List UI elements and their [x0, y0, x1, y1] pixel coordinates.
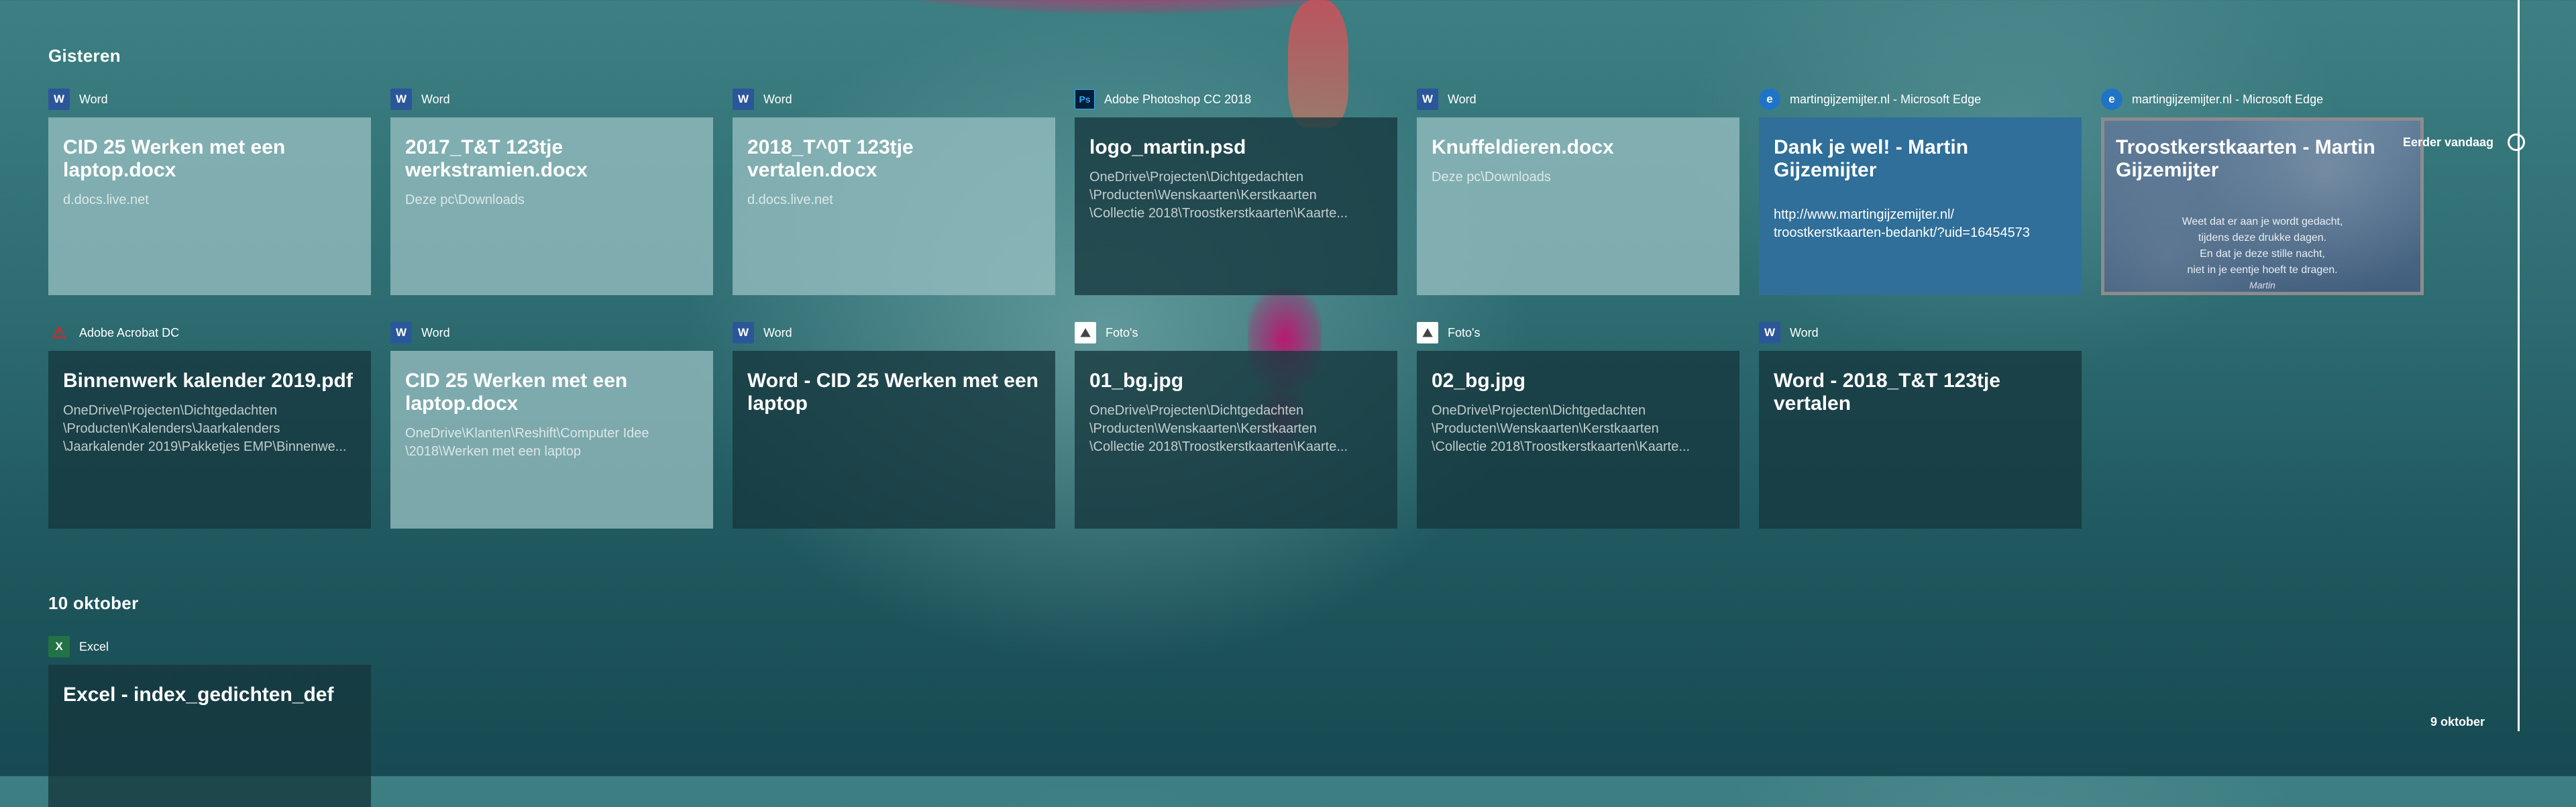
- activity-card-body[interactable]: Word - CID 25 Werken met een laptop: [733, 351, 1055, 529]
- card-title: Troostkerstkaarten - Martin Gijzemijter: [2116, 136, 2375, 181]
- card-title: 2017_T&T 123tje werkstramien.docx: [405, 136, 588, 181]
- card-thumbnail-signature: Martin: [2249, 280, 2275, 290]
- activity-card-body[interactable]: logo_martin.psd OneDrive\Projecten\Dicht…: [1075, 117, 1397, 295]
- app-name: martingijzemijter.nl - Microsoft Edge: [2132, 92, 2324, 106]
- card-thumbnail-text: Weet dat er aan je wordt gedacht, tijden…: [2182, 216, 2343, 276]
- activity-card[interactable]: W Word Word - 2018_T&T 123tje vertalen: [1759, 320, 2082, 529]
- word-icon: W: [1759, 322, 1780, 343]
- activity-card[interactable]: ⚠ Adobe Acrobat DC Binnenwerk kalender 20…: [48, 320, 371, 529]
- activity-card-body[interactable]: CID 25 Werken met een laptop.docx OneDri…: [390, 351, 713, 529]
- activity-card[interactable]: W Word Knuffeldieren.docx Deze pc\Downloa…: [1417, 87, 1739, 295]
- app-name: Adobe Acrobat DC: [79, 325, 180, 339]
- word-icon: W: [390, 89, 412, 110]
- activity-card[interactable]: ⛰ Foto's 01_bg.jpg OneDrive\Projecten\Dic…: [1075, 320, 1397, 529]
- app-name: Word: [763, 325, 792, 339]
- card-subtitle: d.docs.live.net: [747, 193, 833, 207]
- card-title: CID 25 Werken met een laptop.docx: [405, 370, 628, 415]
- activity-card[interactable]: W Word 2017_T&T 123tje werkstramien.docx …: [390, 87, 713, 295]
- section-title-gisteren: Gisteren: [48, 46, 121, 66]
- card-title: Excel - index_gedichten_def: [63, 684, 334, 706]
- activity-card[interactable]: e martingijzemijter.nl - Microsoft Edge T…: [2101, 87, 2424, 295]
- app-name: martingijzemijter.nl - Microsoft Edge: [1790, 92, 1982, 106]
- edge-icon: e: [2101, 89, 2123, 110]
- photos-icon: ⛰: [1417, 322, 1438, 343]
- photoshop-icon: Ps: [1075, 89, 1095, 109]
- app-name: Excel: [79, 639, 109, 653]
- activity-card-body[interactable]: Binnenwerk kalender 2019.pdf OneDrive\Pr…: [48, 351, 371, 529]
- activity-card-body[interactable]: Word - 2018_T&T 123tje vertalen: [1759, 351, 2082, 529]
- activity-card-body[interactable]: CID 25 Werken met een laptop.docx d.docs…: [48, 117, 371, 295]
- activity-card[interactable]: e martingijzemijter.nl - Microsoft Edge D…: [1759, 87, 2082, 295]
- word-icon: W: [48, 89, 70, 110]
- activity-card[interactable]: X Excel Excel - index_gedichten_def: [48, 634, 371, 807]
- card-title: Word - CID 25 Werken met een laptop: [747, 370, 1039, 415]
- activity-card-body[interactable]: 01_bg.jpg OneDrive\Projecten\Dichtgedach…: [1075, 351, 1397, 529]
- card-subtitle: OneDrive\Projecten\Dichtgedachten \Produ…: [1432, 403, 1690, 454]
- card-title: Dank je wel! - Martin Gijzemijter: [1774, 136, 1969, 181]
- section-title-10-oktober: 10 oktober: [48, 593, 139, 613]
- card-title: CID 25 Werken met een laptop.docx: [63, 136, 286, 181]
- card-title: 2018_T^0T 123tje vertalen.docx: [747, 136, 914, 181]
- activity-card[interactable]: W Word CID 25 Werken met een laptop.docx …: [390, 320, 713, 529]
- excel-icon: X: [48, 636, 70, 657]
- card-title: 01_bg.jpg: [1089, 370, 1184, 392]
- activity-card[interactable]: W Word Word - CID 25 Werken met een lapto…: [733, 320, 1055, 529]
- card-subtitle: Deze pc\Downloads: [1432, 170, 1551, 184]
- activity-card-body[interactable]: Troostkerstkaarten - Martin Gijzemijter …: [2101, 117, 2424, 295]
- activity-card-body[interactable]: 2017_T&T 123tje werkstramien.docx Deze p…: [390, 117, 713, 295]
- app-name: Word: [79, 92, 108, 106]
- app-name: Foto's: [1448, 325, 1481, 339]
- card-subtitle: OneDrive\Projecten\Dichtgedachten \Produ…: [1089, 170, 1348, 221]
- timeline-track[interactable]: [2518, 0, 2520, 731]
- activity-card[interactable]: W Word CID 25 Werken met een laptop.docx …: [48, 87, 371, 295]
- card-subtitle: Deze pc\Downloads: [405, 193, 525, 207]
- word-icon: W: [733, 322, 754, 343]
- app-name: Foto's: [1106, 325, 1138, 339]
- activity-card[interactable]: W Word 2018_T^0T 123tje vertalen.docx d.d…: [733, 87, 1055, 295]
- acrobat-icon: ⚠: [52, 323, 66, 342]
- card-title: Binnenwerk kalender 2019.pdf: [63, 370, 353, 392]
- app-name: Word: [421, 325, 450, 339]
- activity-card-body[interactable]: 2018_T^0T 123tje vertalen.docx d.docs.li…: [733, 117, 1055, 295]
- activity-card[interactable]: ⛰ Foto's 02_bg.jpg OneDrive\Projecten\Dic…: [1417, 320, 1739, 529]
- timeline-label-date[interactable]: 9 oktober: [2430, 715, 2485, 729]
- timeline-label-current[interactable]: Eerder vandaag: [2403, 136, 2493, 150]
- activity-card[interactable]: Ps Adobe Photoshop CC 2018 logo_martin.ps…: [1075, 87, 1397, 295]
- photos-icon: ⛰: [1075, 322, 1096, 343]
- card-url: http://www.martingijzemijter.nl/ troostk…: [1774, 207, 2030, 240]
- app-name: Word: [763, 92, 792, 106]
- activity-card-body[interactable]: 02_bg.jpg OneDrive\Projecten\Dichtgedach…: [1417, 351, 1739, 529]
- card-subtitle: OneDrive\Projecten\Dichtgedachten \Produ…: [63, 403, 347, 454]
- timeline-scrubber-handle[interactable]: [2508, 133, 2525, 151]
- activity-card-body[interactable]: Dank je wel! - Martin Gijzemijter http:/…: [1759, 117, 2082, 295]
- edge-icon: e: [1759, 89, 1780, 110]
- card-title: Word - 2018_T&T 123tje vertalen: [1774, 370, 2000, 415]
- card-title: logo_martin.psd: [1089, 136, 1246, 158]
- word-icon: W: [1417, 89, 1438, 110]
- card-title: 02_bg.jpg: [1432, 370, 1526, 392]
- background-flower-petal: [885, 0, 1368, 13]
- app-name: Word: [421, 92, 450, 106]
- app-name: Word: [1448, 92, 1477, 106]
- app-name: Adobe Photoshop CC 2018: [1104, 92, 1252, 106]
- activity-card-body[interactable]: Knuffeldieren.docx Deze pc\Downloads: [1417, 117, 1739, 295]
- card-subtitle: OneDrive\Projecten\Dichtgedachten \Produ…: [1089, 403, 1348, 454]
- word-icon: W: [733, 89, 754, 110]
- activity-card-body[interactable]: Excel - index_gedichten_def: [48, 665, 371, 807]
- word-icon: W: [390, 322, 412, 343]
- card-subtitle: OneDrive\Klanten\Reshift\Computer Idee \…: [405, 426, 649, 459]
- app-name: Word: [1790, 325, 1819, 339]
- card-title: Knuffeldieren.docx: [1432, 136, 1614, 158]
- card-subtitle: d.docs.live.net: [63, 193, 149, 207]
